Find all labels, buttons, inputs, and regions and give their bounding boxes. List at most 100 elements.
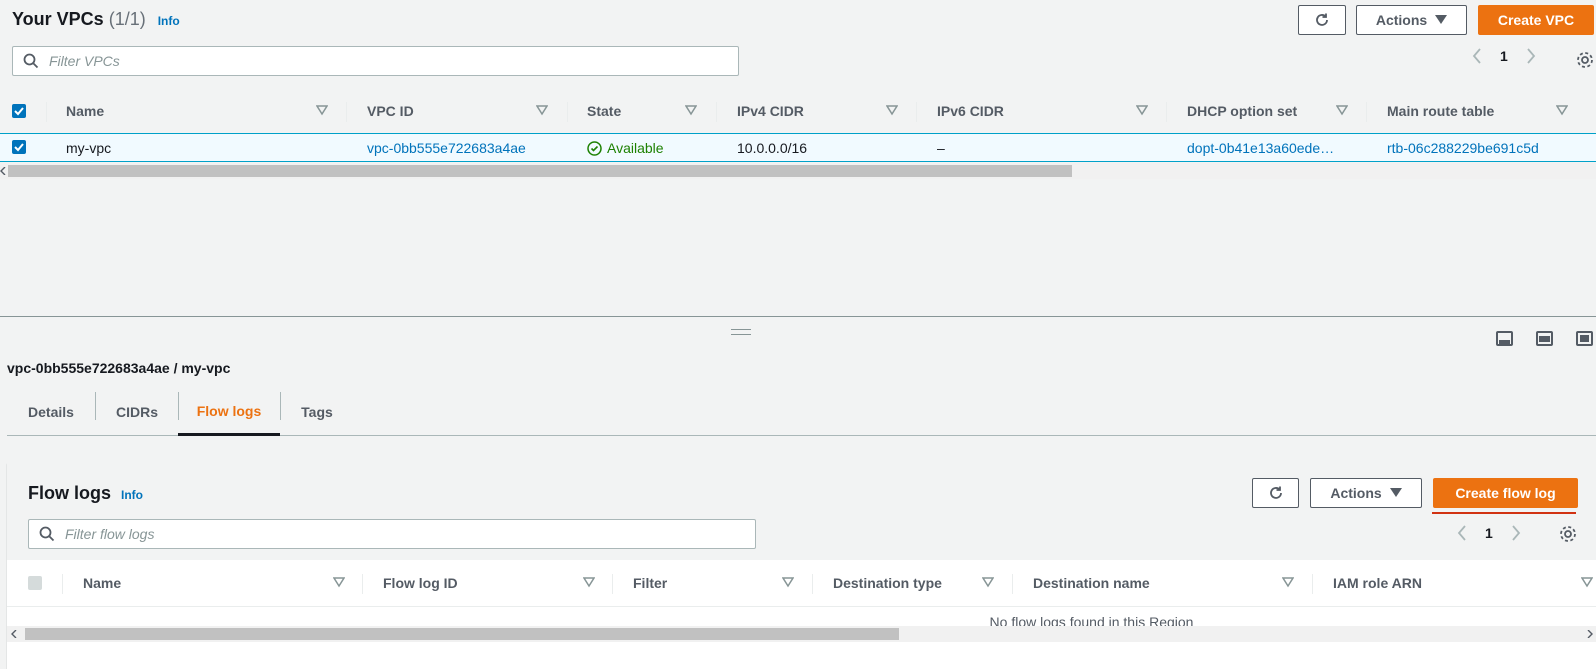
ipv4-cidr-cell: 10.0.0.0/16 xyxy=(737,140,808,156)
column-header-dhcp-option-set[interactable]: DHCP option set xyxy=(1187,88,1297,134)
column-header-ipv4-cidr[interactable]: IPv4 CIDR xyxy=(737,88,804,134)
vpc-filter-field[interactable] xyxy=(12,46,739,76)
vpc-name-cell: my-vpc xyxy=(66,140,112,156)
dhcp-option-set-link[interactable]: dopt-0b41e13a60ede… xyxy=(1187,140,1334,156)
column-separator xyxy=(1012,574,1013,594)
sort-icon[interactable] xyxy=(1581,576,1593,588)
vpc-table-header: Name VPC ID State IPv4 CIDR IPv6 CIDR DH… xyxy=(0,88,1596,134)
flow-logs-horizontal-scrollbar[interactable] xyxy=(7,626,1596,642)
column-header-state[interactable]: State xyxy=(587,88,621,134)
detail-tabs: Details CIDRs Flow logs Tags xyxy=(7,388,1596,436)
split-panel-bottom-icon[interactable] xyxy=(1496,331,1513,346)
scroll-right-arrow-icon[interactable] xyxy=(1587,630,1593,638)
column-header-name[interactable]: Name xyxy=(83,560,121,606)
caret-down-icon xyxy=(1435,15,1448,24)
table-row[interactable]: my-vpc vpc-0bb555e722683a4ae Available 1… xyxy=(0,133,1596,162)
flow-logs-filter-field[interactable] xyxy=(28,519,756,549)
sort-icon[interactable] xyxy=(1556,104,1568,116)
sort-icon[interactable] xyxy=(982,576,994,588)
tab-tags[interactable]: Tags xyxy=(281,388,353,436)
column-header-vpc-id[interactable]: VPC ID xyxy=(367,88,414,134)
column-header-name[interactable]: Name xyxy=(66,88,104,134)
flow-logs-pagination: 1 xyxy=(1457,525,1521,541)
caret-down-icon xyxy=(1389,488,1402,497)
create-flow-log-label: Create flow log xyxy=(1455,485,1556,501)
vpc-pagination: 1 xyxy=(1472,48,1536,64)
split-panel-side-icon[interactable] xyxy=(1536,331,1553,346)
current-page-number[interactable]: 1 xyxy=(1485,525,1493,541)
flow-logs-info-link[interactable]: Info xyxy=(121,488,143,502)
page-title: Your VPCs (1/1) xyxy=(12,9,146,30)
column-separator xyxy=(362,574,363,594)
highlight-underline xyxy=(1432,512,1576,514)
column-separator xyxy=(916,102,917,122)
sort-icon[interactable] xyxy=(583,576,595,588)
column-separator xyxy=(812,574,813,594)
vpc-info-link[interactable]: Info xyxy=(158,14,180,28)
column-separator xyxy=(612,574,613,594)
column-header-flow-log-id[interactable]: Flow log ID xyxy=(383,560,458,606)
scroll-left-arrow-icon[interactable] xyxy=(0,167,6,175)
check-icon xyxy=(14,143,24,152)
sort-icon[interactable] xyxy=(685,104,697,116)
layout-fill xyxy=(1580,335,1589,342)
sort-icon[interactable] xyxy=(886,104,898,116)
create-vpc-label: Create VPC xyxy=(1497,12,1575,28)
column-header-iam-role-arn[interactable]: IAM role ARN xyxy=(1333,560,1422,606)
detail-panel-title: vpc-0bb555e722683a4ae / my-vpc xyxy=(7,360,231,376)
sort-icon[interactable] xyxy=(1336,104,1348,116)
column-header-filter[interactable]: Filter xyxy=(633,560,667,606)
previous-page-icon[interactable] xyxy=(1472,48,1482,64)
flow-logs-title-group: Flow logs Info xyxy=(28,483,143,504)
tab-details[interactable]: Details xyxy=(7,388,95,436)
vpc-id-link[interactable]: vpc-0bb555e722683a4ae xyxy=(367,140,526,156)
sort-icon[interactable] xyxy=(1282,576,1294,588)
tab-cidrs[interactable]: CIDRs xyxy=(96,388,178,436)
flow-logs-table-header: Name Flow log ID Filter Destination type… xyxy=(7,560,1596,606)
vpc-table-horizontal-scrollbar[interactable] xyxy=(0,163,1596,179)
column-header-destination-name[interactable]: Destination name xyxy=(1033,560,1150,606)
scrollbar-thumb[interactable] xyxy=(8,165,1072,177)
vpc-list-title: Your VPCs xyxy=(12,9,104,29)
select-all-checkbox[interactable] xyxy=(28,576,42,590)
column-separator xyxy=(1166,102,1167,122)
create-flow-log-button[interactable]: Create flow log xyxy=(1433,478,1578,508)
refresh-icon xyxy=(1269,486,1282,499)
split-panel-resize-handle[interactable] xyxy=(731,329,751,335)
sort-icon[interactable] xyxy=(333,576,345,588)
scrollbar-thumb[interactable] xyxy=(25,628,899,640)
sort-icon[interactable] xyxy=(1136,104,1148,116)
vpc-filter-input[interactable] xyxy=(49,53,693,69)
column-separator xyxy=(62,574,63,594)
actions-dropdown-button[interactable]: Actions xyxy=(1356,5,1467,35)
scroll-left-arrow-icon[interactable] xyxy=(11,630,17,638)
column-header-main-route-table[interactable]: Main route table xyxy=(1387,88,1494,134)
previous-page-icon[interactable] xyxy=(1457,525,1467,541)
column-header-ipv6-cidr[interactable]: IPv6 CIDR xyxy=(937,88,1004,134)
sort-icon[interactable] xyxy=(782,576,794,588)
create-vpc-button[interactable]: Create VPC xyxy=(1478,5,1594,35)
sort-icon[interactable] xyxy=(536,104,548,116)
flow-logs-refresh-button[interactable] xyxy=(1252,478,1299,508)
success-check-icon xyxy=(587,140,602,156)
select-all-checkbox[interactable] xyxy=(12,104,26,118)
sort-icon[interactable] xyxy=(316,104,328,116)
gear-icon[interactable] xyxy=(1576,51,1594,69)
main-route-table-link[interactable]: rtb-06c288229be691c5d xyxy=(1387,140,1539,156)
column-header-destination-type[interactable]: Destination type xyxy=(833,560,942,606)
next-page-icon[interactable] xyxy=(1511,525,1521,541)
tab-flow-logs[interactable]: Flow logs xyxy=(178,388,280,436)
column-separator xyxy=(46,102,47,122)
split-panel-full-icon[interactable] xyxy=(1576,331,1593,346)
row-checkbox[interactable] xyxy=(12,140,26,154)
current-page-number[interactable]: 1 xyxy=(1500,48,1508,64)
search-icon xyxy=(23,53,39,69)
state-cell: Available xyxy=(587,140,664,156)
gear-icon[interactable] xyxy=(1559,525,1577,543)
vpc-list-panel: Your VPCs (1/1) Info Actions Create VPC … xyxy=(0,0,1596,317)
flow-logs-actions-dropdown-button[interactable]: Actions xyxy=(1310,478,1422,508)
refresh-button[interactable] xyxy=(1298,5,1346,35)
flow-logs-filter-input[interactable] xyxy=(65,526,710,542)
next-page-icon[interactable] xyxy=(1526,48,1536,64)
column-separator xyxy=(716,102,717,122)
